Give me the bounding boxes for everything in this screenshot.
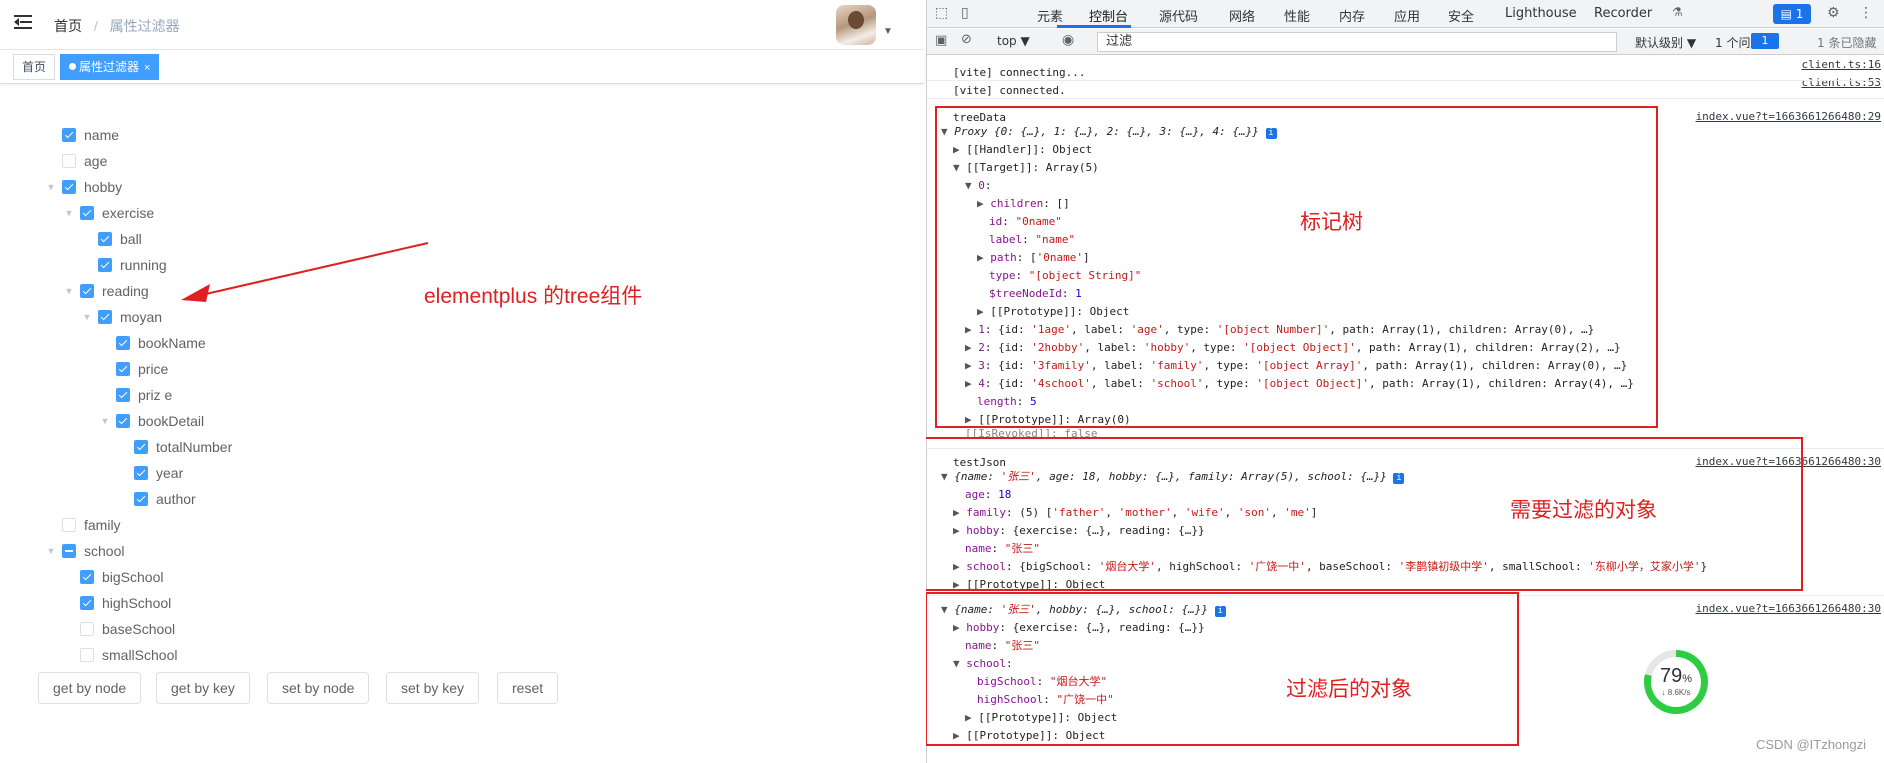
annotation-filtered-object: 过滤后的对象 [1286, 678, 1412, 701]
performance-meter: 79% ↓ 8.6K/s [1644, 650, 1708, 714]
annotation-object-to-filter: 需要过滤的对象 [1510, 499, 1657, 522]
perf-percent: 79 [1659, 665, 1683, 687]
perf-unit: % [1682, 673, 1693, 685]
annotation-boxes [926, 106, 1803, 746]
annotation-arrow [181, 242, 429, 302]
annotation-marked-tree: 标记树 [1300, 211, 1363, 234]
perf-speed: 8.6K/s [1667, 688, 1691, 697]
watermark: CSDN @ITzhongzi [1756, 737, 1867, 752]
annotation-tree-component: elementplus 的tree组件 [424, 285, 643, 308]
